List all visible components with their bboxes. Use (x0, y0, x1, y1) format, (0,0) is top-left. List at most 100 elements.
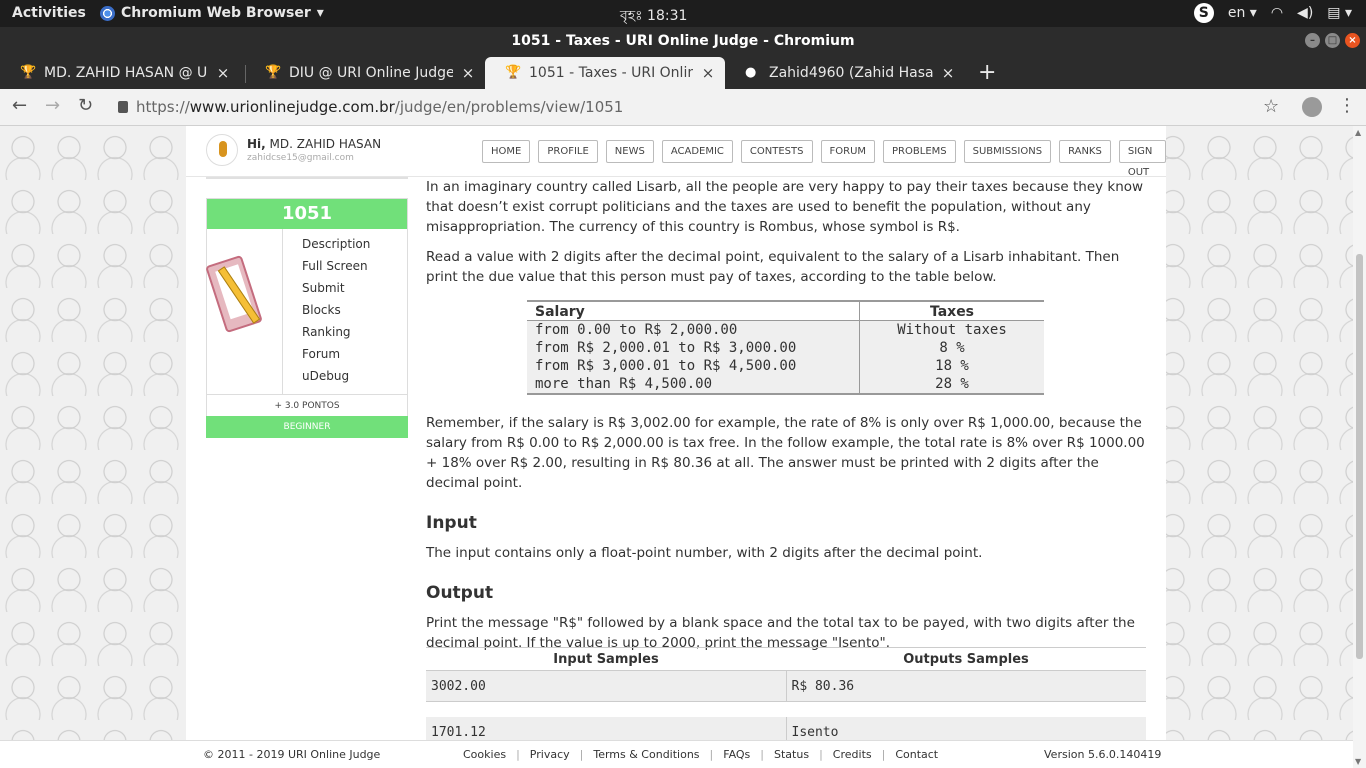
language-indicator[interactable]: en ▾ (1228, 5, 1257, 21)
footer-link-cookies[interactable]: Cookies (463, 748, 506, 761)
problem-level: BEGINNER (206, 416, 408, 438)
tab-strip: 🏆 MD. ZAHID HASAN @ URI Online Judge × 🏆… (0, 55, 1366, 89)
profile-avatar-icon[interactable] (1302, 97, 1322, 117)
minimize-icon[interactable]: – (1305, 33, 1320, 48)
close-tab-icon[interactable]: × (461, 64, 475, 82)
table-row: from 0.00 to R$ 2,000.00 Without taxes (527, 321, 1044, 339)
samples-header: Input Samples Outputs Samples (426, 648, 1146, 671)
content-panel: 1051 Description Full Screen Submit Bloc… (186, 177, 1166, 748)
app-menu-label: Chromium Web Browser (121, 5, 311, 21)
table-row: from R$ 3,000.01 to R$ 4,500.00 18 % (527, 357, 1044, 375)
menu-forum[interactable]: Forum (302, 347, 370, 369)
menu-udebug[interactable]: uDebug (302, 369, 370, 391)
nav-news[interactable]: NEWS (605, 140, 654, 163)
gnome-top-bar: Activities Chromium Web Browser ▾ বৃহঃ 1… (0, 0, 1366, 27)
tab-problem-1051[interactable]: 🏆 1051 - Taxes - URI Online Judge × (485, 57, 725, 89)
divider: | (709, 748, 714, 761)
tab-title: MD. ZAHID HASAN @ URI Online Judge (44, 65, 208, 81)
version: Version 5.6.0.140419 (1044, 748, 1162, 761)
avatar[interactable] (206, 134, 238, 166)
scrollbar-thumb[interactable] (1356, 254, 1363, 659)
salary-cell: from R$ 2,000.01 to R$ 3,000.00 (527, 339, 860, 357)
nav-submissions[interactable]: SUBMISSIONS (963, 140, 1052, 163)
app-menu[interactable]: Chromium Web Browser ▾ (100, 5, 324, 21)
problem-side-card: 1051 Description Full Screen Submit Bloc… (205, 198, 408, 438)
nav-academic[interactable]: ACADEMIC (661, 140, 733, 163)
footer-link-credits[interactable]: Credits (833, 748, 872, 761)
system-tray: S en ▾ ◠ ◀) ▤ ▾ (1193, 3, 1352, 23)
github-icon: ● (745, 65, 757, 80)
activities-button[interactable]: Activities (12, 5, 86, 21)
input-heading: Input (426, 513, 477, 533)
footer-link-contact[interactable]: Contact (895, 748, 938, 761)
menu-blocks[interactable]: Blocks (302, 303, 370, 325)
skype-icon[interactable]: S (1193, 3, 1214, 23)
scroll-up-icon[interactable]: ▲ (1355, 128, 1361, 137)
url-host: www.urionlinejudge.com.br (189, 98, 395, 116)
footer-link-faqs[interactable]: FAQs (723, 748, 750, 761)
close-tab-icon[interactable]: × (701, 64, 715, 82)
menu-submit[interactable]: Submit (302, 281, 370, 303)
clock[interactable]: বৃহঃ 18:31 (620, 4, 687, 28)
site-footer: © 2011 - 2019 URI Online Judge Cookies | … (0, 740, 1353, 768)
window-titlebar: 1051 - Taxes - URI Online Judge - Chromi… (0, 27, 1366, 55)
tax-cell: 18 % (935, 358, 969, 374)
input-text: The input contains only a float-point nu… (426, 545, 983, 561)
nav-profile[interactable]: PROFILE (538, 140, 598, 163)
chrome-menu-icon[interactable]: ⋮ (1338, 95, 1356, 116)
trophy-icon: 🏆 (265, 65, 282, 80)
window-title: 1051 - Taxes - URI Online Judge - Chromi… (511, 33, 855, 49)
menu-full-screen[interactable]: Full Screen (302, 259, 370, 281)
new-tab-button[interactable]: + (978, 60, 996, 85)
menu-description[interactable]: Description (302, 237, 370, 259)
close-tab-icon[interactable]: × (941, 64, 955, 82)
nav-home[interactable]: HOME (482, 140, 531, 163)
tax-cell: 8 % (939, 340, 965, 356)
divider: | (516, 748, 520, 761)
menu-ranking[interactable]: Ranking (302, 325, 370, 347)
trophy-icon: 🏆 (505, 65, 522, 80)
problem-description: In an imaginary country called Lisarb, a… (426, 177, 1146, 748)
nav-ranks[interactable]: RANKS (1059, 140, 1111, 163)
nav-problems[interactable]: PROBLEMS (883, 140, 956, 163)
address-bar[interactable]: https://www.urionlinejudge.com.br/judge/… (118, 98, 623, 116)
footer-link-privacy[interactable]: Privacy (530, 748, 570, 761)
sample-output: R$ 80.36 (791, 679, 855, 694)
problem-points: + 3.0 PONTOS (207, 394, 407, 416)
tab-uri-profile[interactable]: 🏆 MD. ZAHID HASAN @ URI Online Judge × (0, 57, 240, 89)
chevron-down-icon: ▾ (316, 5, 324, 21)
bookmark-star-icon[interactable]: ☆ (1263, 96, 1279, 117)
reload-icon[interactable]: ↻ (78, 95, 93, 116)
scroll-down-icon[interactable]: ▼ (1355, 757, 1361, 766)
nav-sign-out[interactable]: SIGN OUT (1118, 140, 1166, 178)
description-paragraph-3: Remember, if the salary is R$ 3,002.00 f… (426, 415, 1145, 491)
volume-icon[interactable]: ◀) (1297, 5, 1313, 21)
divider (206, 177, 408, 179)
table-row: more than R$ 4,500.00 28 % (527, 375, 1044, 393)
browser-toolbar: ← → ↻ https://www.urionlinejudge.com.br/… (0, 89, 1366, 126)
tab-uri-diu[interactable]: 🏆 DIU @ URI Online Judge × (245, 57, 485, 89)
footer-links: Cookies | Privacy | Terms & Conditions | FA… (463, 748, 938, 761)
table-row: from R$ 2,000.01 to R$ 3,000.00 8 % (527, 339, 1044, 357)
footer-link-status[interactable]: Status (774, 748, 809, 761)
nav-forum[interactable]: FORUM (820, 140, 876, 163)
back-icon[interactable]: ← (12, 95, 27, 116)
page-scrollbar[interactable]: ▲ ▼ (1353, 126, 1366, 768)
close-window-icon[interactable]: × (1345, 33, 1360, 48)
forward-icon[interactable]: → (45, 95, 60, 116)
tax-header-salary: Salary (527, 302, 860, 320)
nav-contests[interactable]: CONTESTS (740, 140, 813, 163)
tab-github[interactable]: ● Zahid4960 (Zahid Hasan) × (725, 57, 965, 89)
lock-icon[interactable] (118, 101, 128, 113)
system-menu-icon[interactable]: ▤ ▾ (1327, 5, 1352, 21)
salary-cell: from 0.00 to R$ 2,000.00 (527, 321, 860, 339)
divider: | (881, 748, 886, 761)
close-tab-icon[interactable]: × (216, 64, 230, 82)
maximize-icon[interactable]: □ (1325, 33, 1340, 48)
wifi-icon[interactable]: ◠ (1271, 5, 1283, 21)
divider: | (579, 748, 584, 761)
problem-menu: Description Full Screen Submit Blocks Ra… (302, 237, 370, 391)
footer-link-terms[interactable]: Terms & Conditions (593, 748, 699, 761)
tax-header-taxes: Taxes (929, 304, 975, 320)
output-samples-header: Outputs Samples (903, 652, 1029, 667)
